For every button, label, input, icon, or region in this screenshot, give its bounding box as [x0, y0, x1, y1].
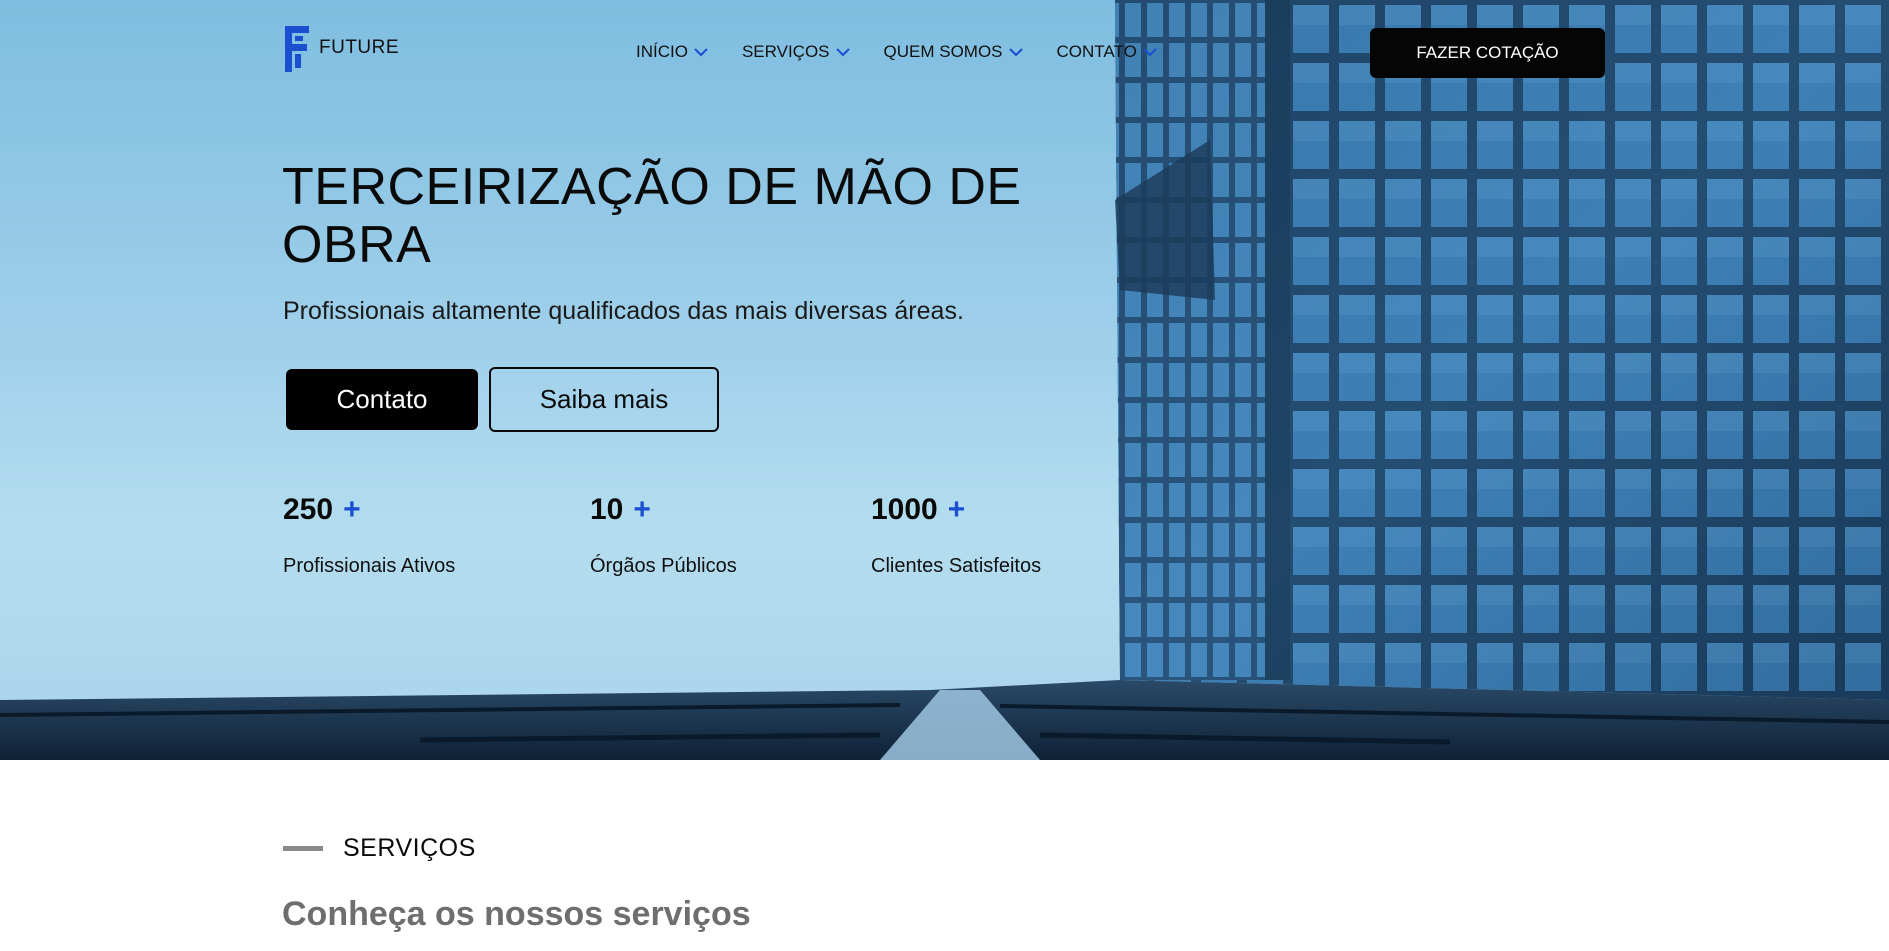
stat-plus: +	[343, 493, 361, 526]
contato-button[interactable]: Contato	[286, 369, 478, 430]
services-label: SERVIÇOS	[343, 834, 476, 862]
chevron-down-icon	[1008, 47, 1023, 56]
nav-item-label: SERVIÇOS	[741, 42, 830, 61]
hero-subtitle: Profissionais altamente qualificados das…	[283, 297, 964, 325]
stat-value: 250	[283, 493, 334, 526]
stat-value: 1000	[871, 493, 938, 526]
stat-orgaos: 10 + Órgãos Públicos	[590, 493, 737, 577]
nav-item-servicos[interactable]: SERVIÇOS	[742, 42, 850, 62]
stat-profissionais: 250 + Profissionais Ativos	[283, 493, 455, 577]
chevron-down-icon	[835, 47, 850, 56]
stat-plus: +	[633, 493, 651, 526]
saiba-mais-button[interactable]: Saiba mais	[489, 367, 719, 432]
nav-item-quem-somos[interactable]: QUEM SOMOS	[884, 42, 1023, 62]
stat-label: Órgãos Públicos	[590, 555, 737, 577]
chevron-down-icon	[694, 47, 708, 56]
stat-plus: +	[947, 493, 966, 526]
stat-value: 10	[590, 493, 624, 526]
brand-name: FUTURE	[319, 37, 400, 58]
services-subtitle: Conheça os nossos serviços	[282, 895, 751, 933]
nav-item-inicio[interactable]: INÍCIO	[636, 42, 708, 62]
stat-label: Profissionais Ativos	[283, 555, 456, 577]
hero-section: FUTURE INÍCIO SERVIÇOS QUEM SOMOS CONTAT…	[0, 0, 1889, 760]
stat-clientes: 1000 + Clientes Satisfeitos	[871, 493, 1041, 577]
main-nav: INÍCIO SERVIÇOS QUEM SOMOS CONTATO	[636, 42, 1157, 62]
nav-item-label: QUEM SOMOS	[883, 42, 1003, 61]
brand-logo[interactable]: FUTURE	[283, 24, 399, 74]
stat-label: Clientes Satisfeitos	[871, 555, 1042, 577]
building-background-image	[0, 0, 1889, 760]
nav-item-label: INÍCIO	[636, 42, 688, 61]
section-divider	[283, 846, 323, 851]
nav-item-label: CONTATO	[1056, 42, 1137, 61]
services-heading: SERVIÇOS	[283, 834, 476, 863]
future-logo-icon	[285, 26, 309, 72]
fazer-cotacao-button[interactable]: FAZER COTAÇÃO	[1370, 28, 1605, 78]
chevron-down-icon	[1143, 47, 1157, 56]
nav-item-contato[interactable]: CONTATO	[1057, 42, 1157, 62]
hero-title: TERCEIRIZAÇÃO DE MÃO DE OBRA	[282, 158, 1022, 274]
